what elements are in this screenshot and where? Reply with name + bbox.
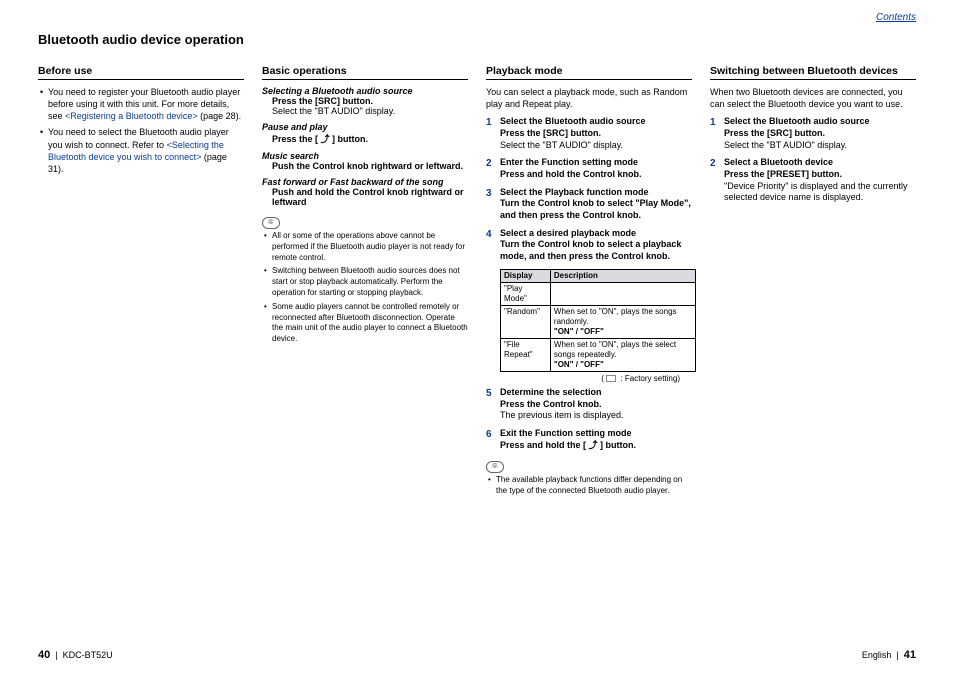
text: (page 28).	[198, 111, 242, 121]
step-subtext: Select the "BT AUDIO" display.	[724, 140, 916, 152]
page-footer: 40 | KDC-BT52U English | 41	[38, 649, 916, 661]
operation-title: Fast forward or Fast backward of the son…	[262, 177, 468, 187]
operation-item: Pause and play Press the [ ⤴ ] button.	[262, 122, 468, 145]
content-columns: Before use You need to register your Blu…	[38, 65, 916, 500]
step-item: 6 Exit the Function setting mode Press a…	[486, 428, 692, 451]
note-item: The available playback functions differ …	[486, 475, 692, 497]
step-item: 4 Select a desired playback mode Turn th…	[486, 228, 692, 263]
step-item: 1 Select the Bluetooth audio source Pres…	[710, 116, 916, 151]
note-item: All or some of the operations above cann…	[262, 231, 468, 263]
operation-title: Music search	[262, 151, 468, 161]
step-instruction: Turn the Control knob to select a playba…	[500, 239, 692, 262]
step-item: 3 Select the Playback function mode Turn…	[486, 187, 692, 222]
step-number: 2	[710, 157, 716, 170]
page-number-left: 40	[38, 649, 50, 661]
step-title: Select the Playback function mode	[500, 187, 692, 199]
playback-steps: 1 Select the Bluetooth audio source Pres…	[486, 116, 692, 263]
step-number: 5	[486, 387, 492, 400]
table-row: "Random"When set to "ON", plays the song…	[501, 305, 696, 338]
playback-notes: The available playback functions differ …	[486, 475, 692, 497]
playback-steps-2: 5 Determine the selection Press the Cont…	[486, 387, 692, 451]
switching-intro: When two Bluetooth devices are connected…	[710, 86, 916, 110]
contents-link[interactable]: Contents	[876, 12, 916, 23]
step-subtext: The previous item is displayed.	[500, 410, 692, 422]
col-basic-operations: Basic operations Selecting a Bluetooth a…	[262, 65, 468, 500]
page-title: Bluetooth audio device operation	[38, 32, 916, 47]
col-playback-mode: Playback mode You can select a playback …	[486, 65, 692, 500]
table-cell: "Random"	[501, 305, 551, 338]
step-item: 2 Enter the Function setting mode Press …	[486, 157, 692, 180]
playback-intro: You can select a playback mode, such as …	[486, 86, 692, 110]
playback-mode-heading: Playback mode	[486, 65, 692, 80]
step-title: Select the Bluetooth audio source	[724, 116, 916, 128]
step-instruction: Press and hold the Control knob.	[500, 169, 692, 181]
before-use-heading: Before use	[38, 65, 244, 80]
before-use-item: You need to select the Bluetooth audio p…	[38, 126, 244, 175]
operation-title: Pause and play	[262, 122, 468, 132]
operation-title: Selecting a Bluetooth audio source	[262, 86, 468, 96]
step-number: 3	[486, 187, 492, 200]
step-instruction: Press the Control knob.	[500, 399, 692, 411]
step-title: Select the Bluetooth audio source	[500, 116, 692, 128]
step-item: 1 Select the Bluetooth audio source Pres…	[486, 116, 692, 151]
footer-lang: English	[862, 650, 892, 660]
step-title: Enter the Function setting mode	[500, 157, 692, 169]
note-item: Switching between Bluetooth audio source…	[262, 266, 468, 298]
note-icon: ⦾	[262, 217, 280, 229]
table-cell: When set to "ON", plays the select songs…	[550, 338, 695, 371]
table-header: Description	[550, 269, 695, 282]
page-number-right: 41	[904, 649, 916, 661]
step-subtext: Select the "BT AUDIO" display.	[500, 140, 692, 152]
table-cell: "Play Mode"	[501, 282, 551, 305]
step-instruction: Press and hold the [ ⤴ ] button.	[500, 440, 692, 452]
step-item: 2 Select a Bluetooth device Press the [P…	[710, 157, 916, 204]
footer-right: English | 41	[862, 649, 916, 661]
footer-left: 40 | KDC-BT52U	[38, 649, 113, 661]
step-number: 2	[486, 157, 492, 170]
model-name: KDC-BT52U	[63, 650, 113, 660]
table-cell: "File Repeat"	[501, 338, 551, 371]
step-subtext: "Device Priority" is displayed and the c…	[724, 181, 916, 204]
switching-heading: Switching between Bluetooth devices	[710, 65, 916, 80]
table-cell: When set to "ON", plays the songs random…	[550, 305, 695, 338]
operation-item: Fast forward or Fast backward of the son…	[262, 177, 468, 207]
table-header: Display	[501, 269, 551, 282]
before-use-list: You need to register your Bluetooth audi…	[38, 86, 244, 175]
step-number: 1	[710, 116, 716, 129]
operation-instruction: Push and hold the Control knob rightward…	[262, 187, 468, 207]
table-row: "File Repeat"When set to "ON", plays the…	[501, 338, 696, 371]
basic-notes: All or some of the operations above cann…	[262, 231, 468, 345]
table-caption: ( : Factory setting)	[486, 374, 692, 383]
step-instruction: Press the [PRESET] button.	[724, 169, 916, 181]
table-cell	[550, 282, 695, 305]
table-row: "Play Mode"	[501, 282, 696, 305]
operation-instruction: Press the [SRC] button.	[262, 96, 468, 106]
step-number: 6	[486, 428, 492, 441]
step-instruction: Press the [SRC] button.	[724, 128, 916, 140]
note-item: Some audio players cannot be controlled …	[262, 302, 468, 345]
operation-subtext: Select the "BT AUDIO" display.	[262, 106, 468, 116]
playback-table: Display Description "Play Mode" "Random"…	[500, 269, 696, 372]
switching-steps: 1 Select the Bluetooth audio source Pres…	[710, 116, 916, 204]
before-use-item: You need to register your Bluetooth audi…	[38, 86, 244, 122]
step-number: 1	[486, 116, 492, 129]
step-title: Exit the Function setting mode	[500, 428, 692, 440]
operation-instruction: Push the Control knob rightward or leftw…	[262, 161, 468, 171]
step-title: Select a Bluetooth device	[724, 157, 916, 169]
step-number: 4	[486, 228, 492, 241]
operation-item: Music search Push the Control knob right…	[262, 151, 468, 171]
step-instruction: Turn the Control knob to select "Play Mo…	[500, 198, 692, 221]
col-before-use: Before use You need to register your Blu…	[38, 65, 244, 500]
step-title: Select a desired playback mode	[500, 228, 692, 240]
step-item: 5 Determine the selection Press the Cont…	[486, 387, 692, 422]
basic-operations-heading: Basic operations	[262, 65, 468, 80]
note-icon: ⦾	[486, 461, 504, 473]
register-link[interactable]: <Registering a Bluetooth device>	[65, 111, 198, 121]
operation-item: Selecting a Bluetooth audio source Press…	[262, 86, 468, 116]
col-switching: Switching between Bluetooth devices When…	[710, 65, 916, 500]
operation-instruction: Press the [ ⤴ ] button.	[262, 132, 468, 145]
step-title: Determine the selection	[500, 387, 692, 399]
step-instruction: Press the [SRC] button.	[500, 128, 692, 140]
